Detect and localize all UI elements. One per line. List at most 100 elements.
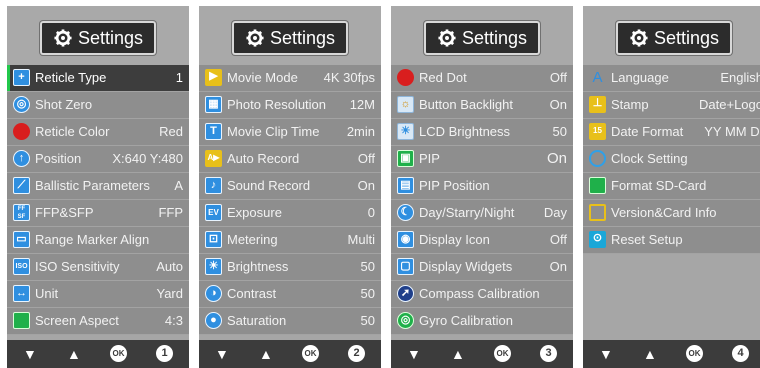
page-title: Settings: [78, 28, 144, 48]
menu-item-photo-resolution[interactable]: ▦ Photo Resolution 12M: [199, 92, 381, 119]
ok-button[interactable]: OK: [686, 345, 703, 362]
settings-page-4: Settings A Language English ⊥ Stamp Date…: [583, 6, 760, 368]
menu-item-value: YY MM DD: [704, 124, 760, 139]
menu-item-label: Display Widgets: [419, 259, 513, 274]
menu-item-movie-mode[interactable]: ▶ Movie Mode 4K 30fps: [199, 65, 381, 92]
auto-record-icon: A▶: [205, 150, 222, 167]
menu-item-pip[interactable]: ▣ PIP On: [391, 146, 573, 173]
brightness-icon: ☀: [205, 258, 222, 275]
menu-item-range-marker-align[interactable]: ▭ Range Marker Align: [7, 227, 189, 254]
menu-item-brightness[interactable]: ☀ Brightness 50: [199, 254, 381, 281]
menu-item-stamp[interactable]: ⊥ Stamp Date+Logo: [583, 92, 760, 119]
menu-list: + Reticle Type 1 ◎ Shot Zero Reticle Col…: [7, 65, 189, 335]
menu-item-screen-aspect[interactable]: Screen Aspect 4:3: [7, 308, 189, 335]
menu-item-value: On: [549, 259, 567, 274]
ok-button[interactable]: OK: [110, 345, 127, 362]
version-icon: [589, 204, 606, 221]
menu-item-value: FFP: [158, 205, 183, 220]
menu-item-value: Day: [543, 205, 567, 220]
menu-item-value: 50: [360, 259, 375, 274]
ballistic-icon: ⟋: [13, 177, 30, 194]
up-arrow-icon[interactable]: ▲: [259, 345, 273, 363]
menu-item-unit[interactable]: ↔ Unit Yard: [7, 281, 189, 308]
menu-item-value: 4K 30fps: [323, 70, 375, 85]
contrast-icon: ◑: [205, 285, 222, 302]
menu-item-lcd-brightness[interactable]: ☀ LCD Brightness 50: [391, 119, 573, 146]
menu-item-reset-setup[interactable]: ⊙ Reset Setup: [583, 227, 760, 254]
page-title: Settings: [462, 28, 528, 48]
menu-item-auto-record[interactable]: A▶ Auto Record Off: [199, 146, 381, 173]
menu-item-day-starry-night[interactable]: ☾ Day/Starry/Night Day: [391, 200, 573, 227]
menu-item-shot-zero[interactable]: ◎ Shot Zero: [7, 92, 189, 119]
menu-item-label: PIP: [419, 151, 440, 166]
menu-item-contrast[interactable]: ◑ Contrast 50: [199, 281, 381, 308]
menu-item-language[interactable]: A Language English: [583, 65, 760, 92]
menu-item-label: Gyro Calibration: [419, 313, 513, 328]
footer-bar: ▼ ▲ OK 4: [583, 340, 760, 368]
header: Settings: [583, 6, 760, 65]
settings-title-box: Settings: [424, 21, 540, 55]
menu-item-display-widgets[interactable]: ▢ Display Widgets On: [391, 254, 573, 281]
page-number-badge: 1: [156, 345, 173, 362]
page-number-badge: 4: [732, 345, 749, 362]
menu-item-iso-sensitivity[interactable]: ISO ISO Sensitivity Auto: [7, 254, 189, 281]
menu-item-value: 50: [360, 313, 375, 328]
menu-item-reticle-type[interactable]: + Reticle Type 1: [7, 65, 189, 92]
menu-item-label: Version&Card Info: [611, 205, 717, 220]
footer-bar: ▼ ▲ OK 1: [7, 340, 189, 368]
menu-item-reticle-color[interactable]: Reticle Color Red: [7, 119, 189, 146]
menu-item-exposure[interactable]: EV Exposure 0: [199, 200, 381, 227]
pip-icon: ▣: [397, 150, 414, 167]
ok-button[interactable]: OK: [302, 345, 319, 362]
menu-item-pip-position[interactable]: ▤ PIP Position: [391, 173, 573, 200]
settings-page-3: Settings Red Dot Off ☼ Button Backlight …: [391, 6, 573, 368]
menu-item-gyro-calibration[interactable]: ◎ Gyro Calibration: [391, 308, 573, 335]
language-icon: A: [592, 69, 603, 86]
menu-item-red-dot[interactable]: Red Dot Off: [391, 65, 573, 92]
compass-icon: ➚: [397, 285, 414, 302]
menu-item-movie-clip-time[interactable]: T Movie Clip Time 2min: [199, 119, 381, 146]
page-number-badge: 2: [348, 345, 365, 362]
menu-item-clock-setting[interactable]: Clock Setting: [583, 146, 760, 173]
menu-item-value: On: [546, 150, 567, 167]
header: Settings: [391, 6, 573, 65]
clock-icon: [589, 150, 606, 167]
menu-item-label: Unit: [35, 286, 59, 301]
ok-button[interactable]: OK: [494, 345, 511, 362]
menu-item-date-format[interactable]: 15 Date Format YY MM DD: [583, 119, 760, 146]
menu-item-value: X:640 Y:480: [112, 151, 183, 166]
up-arrow-icon[interactable]: ▲: [67, 345, 81, 363]
menu-item-label: Range Marker Align: [35, 232, 150, 247]
menu-item-label: Brightness: [227, 259, 289, 274]
menu-item-label: Clock Setting: [611, 151, 688, 166]
gear-icon: [246, 29, 264, 47]
down-arrow-icon[interactable]: ▼: [215, 345, 229, 363]
menu-item-metering[interactable]: ⊡ Metering Multi: [199, 227, 381, 254]
menu-item-sound-record[interactable]: ♪ Sound Record On: [199, 173, 381, 200]
pip-position-icon: ▤: [397, 177, 414, 194]
up-arrow-icon[interactable]: ▲: [451, 345, 465, 363]
menu-item-label: Ballistic Parameters: [35, 178, 150, 193]
menu-item-position[interactable]: ↑ Position X:640 Y:480: [7, 146, 189, 173]
menu-item-label: Day/Starry/Night: [419, 205, 515, 220]
menu-item-label: Saturation: [227, 313, 287, 328]
menu-item-compass-calibration[interactable]: ➚ Compass Calibration: [391, 281, 573, 308]
menu-item-display-icon[interactable]: ◉ Display Icon Off: [391, 227, 573, 254]
menu-item-ffp-sfp[interactable]: FF SF FFP&SFP FFP: [7, 200, 189, 227]
down-arrow-icon[interactable]: ▼: [599, 345, 613, 363]
ffp-sfp-icon: FF SF: [13, 204, 30, 221]
footer-bar: ▼ ▲ OK 3: [391, 340, 573, 368]
menu-item-saturation[interactable]: ● Saturation 50: [199, 308, 381, 335]
menu-item-value: 12M: [349, 97, 375, 112]
settings-title-box: Settings: [40, 21, 156, 55]
menu-item-version-card-info[interactable]: Version&Card Info: [583, 200, 760, 227]
menu-item-ballistic-parameters[interactable]: ⟋ Ballistic Parameters A: [7, 173, 189, 200]
up-arrow-icon[interactable]: ▲: [643, 345, 657, 363]
menu-item-format-sd-card[interactable]: Format SD-Card: [583, 173, 760, 200]
menu-item-label: Movie Clip Time: [227, 124, 320, 139]
header: Settings: [199, 6, 381, 65]
menu-item-button-backlight[interactable]: ☼ Button Backlight On: [391, 92, 573, 119]
down-arrow-icon[interactable]: ▼: [23, 345, 37, 363]
saturation-icon: ●: [205, 312, 222, 329]
down-arrow-icon[interactable]: ▼: [407, 345, 421, 363]
